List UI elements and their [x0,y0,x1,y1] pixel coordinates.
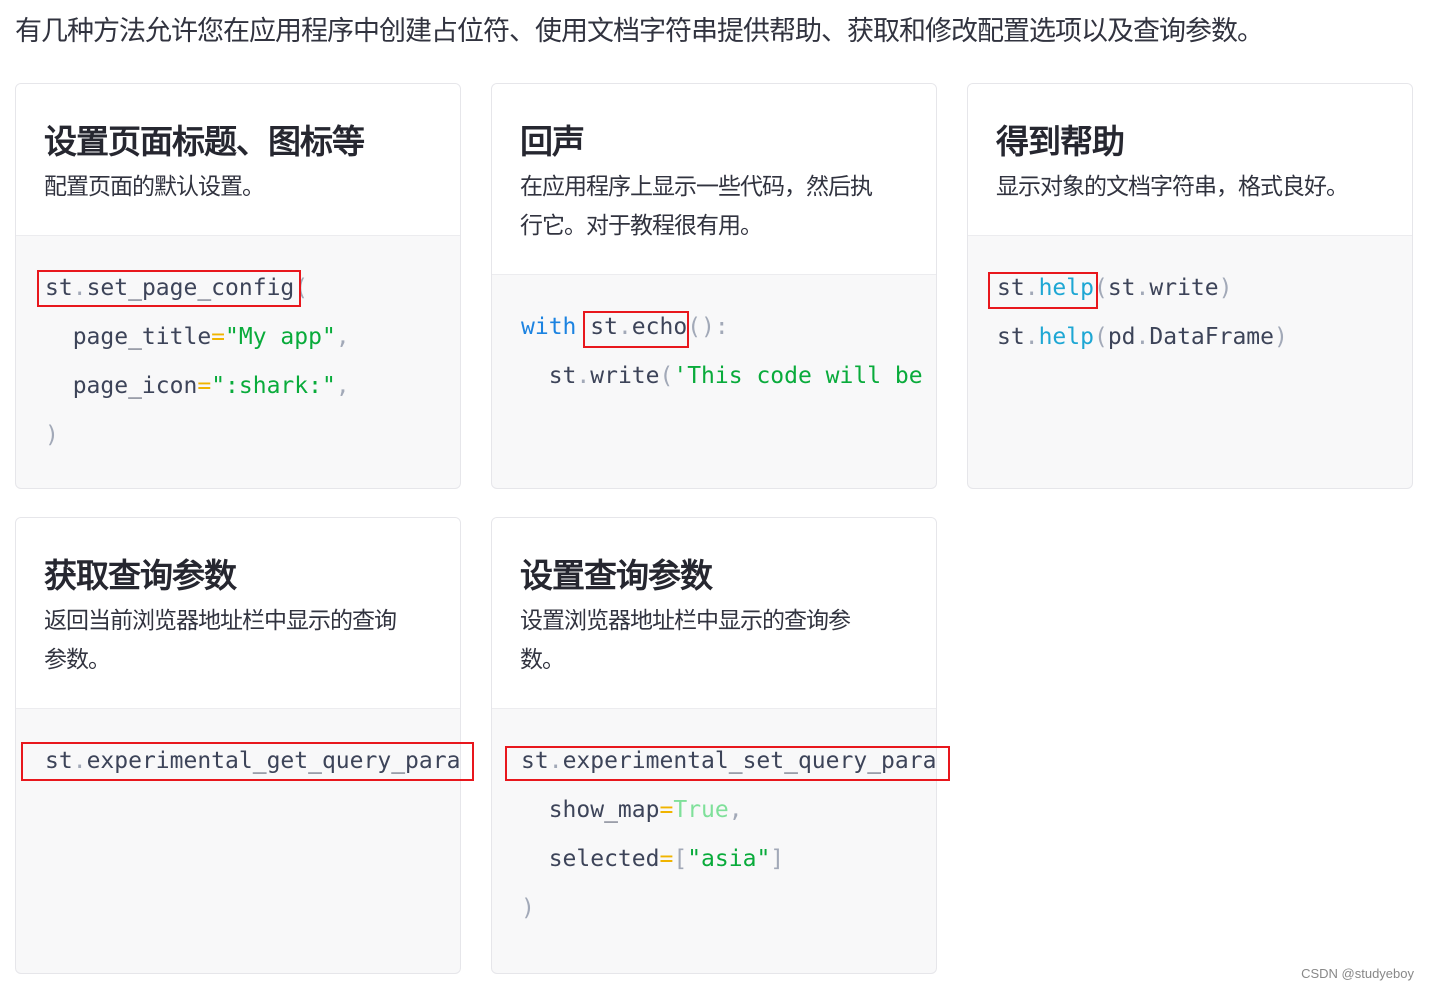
code-token: . [1024,324,1039,350]
card-header: 获取查询参数返回当前浏览器地址栏中显示的查询 参数。 [16,518,460,709]
code-token: DataFrame [1149,324,1274,350]
code-token: . [1135,324,1150,350]
code-token: , [335,324,350,350]
code-token: write [1149,275,1219,301]
card-title: 获取查询参数 [44,556,237,595]
code-line: page_icon=":shark:", [45,362,460,411]
code-token: "asia" [687,846,771,872]
code-line: selected=["asia"] [521,835,936,884]
code-token: . [576,363,591,389]
code-token: st [997,324,1025,350]
code-token: write [590,363,660,389]
card-header: 回声在应用程序上显示一些代码，然后执 行它。对于教程很有用。 [492,84,936,275]
code-token: help [1038,324,1094,350]
card-title: 设置页面标题、图标等 [44,122,365,161]
card-echo: 回声 在应用程序上显示一些代码，然后执 行它。对于教程很有用。 with st.ech… [491,83,937,489]
card-description: 显示对象的文档字符串，格式良好。 [996,174,1349,200]
code-token: = [211,324,226,350]
code-token: True [673,797,729,823]
card-description: 参数。 [44,647,111,673]
card-title: 回声 [520,122,585,161]
highlight-box [505,746,950,781]
code-token: ) [45,422,59,448]
card-header: 得到帮助显示对象的文档字符串，格式良好。 [968,84,1412,236]
card-description: 在应用程序上显示一些代码，然后执 [520,174,873,200]
code-token: pd [1107,324,1136,350]
code-line: ) [45,411,460,460]
code-token: ":shark:" [211,373,336,399]
code-token: ( [1093,324,1108,350]
highlight-box [583,311,689,348]
code-token: "My app" [225,324,336,350]
code-line: page_title="My app", [45,313,460,362]
card-header: 设置查询参数设置浏览器地址栏中显示的查询参 数。 [492,518,936,709]
code-line: ) [521,884,936,933]
card-description: 行它。对于教程很有用。 [520,213,763,239]
code-token: ( [659,363,674,389]
code-token: = [197,373,212,399]
code-token: selected [521,846,660,872]
code-token: ) [1274,324,1288,350]
code-token: (): [687,314,729,340]
card-description: 返回当前浏览器地址栏中显示的查询 [44,608,397,634]
card-description: 数。 [520,647,565,673]
code-token: show_map [521,797,660,823]
highlight-box [988,272,1098,309]
code-block: st.experimental_set_query_params show_ma… [492,709,936,933]
code-line: st.help(pd.DataFrame) [997,313,1412,362]
code-token: ] [770,846,785,872]
code-token: = [659,846,674,872]
code-token: st [1107,275,1136,301]
code-token: with [521,314,577,340]
code-token: , [728,797,743,823]
code-token: ) [521,895,535,921]
code-line: show_map=True, [521,786,936,835]
highlight-box [37,270,301,307]
card-description: 设置浏览器地址栏中显示的查询参 [520,608,851,634]
code-token: page_icon [45,373,198,399]
code-token: [ [673,846,688,872]
highlight-box [21,742,474,781]
card-title: 得到帮助 [996,122,1125,161]
code-token: 'This code will be [673,363,923,389]
code-token: . [1135,275,1150,301]
watermark: CSDN @studyeboy [1301,966,1414,981]
code-token: ) [1218,275,1233,301]
card-description: 配置页面的默认设置。 [44,174,265,200]
code-token: page_title [45,324,212,350]
code-block: with st.echo(): st.write('This code will… [492,275,936,401]
card-title: 设置查询参数 [520,556,713,595]
code-line: st.write('This code will be [521,352,936,401]
intro-text: 有几种方法允许您在应用程序中创建占位符、使用文档字符串提供帮助、获取和修改配置选… [15,16,1264,47]
code-token: = [659,797,674,823]
code-token: st [521,363,577,389]
card-header: 设置页面标题、图标等配置页面的默认设置。 [16,84,460,236]
code-token: , [335,373,350,399]
